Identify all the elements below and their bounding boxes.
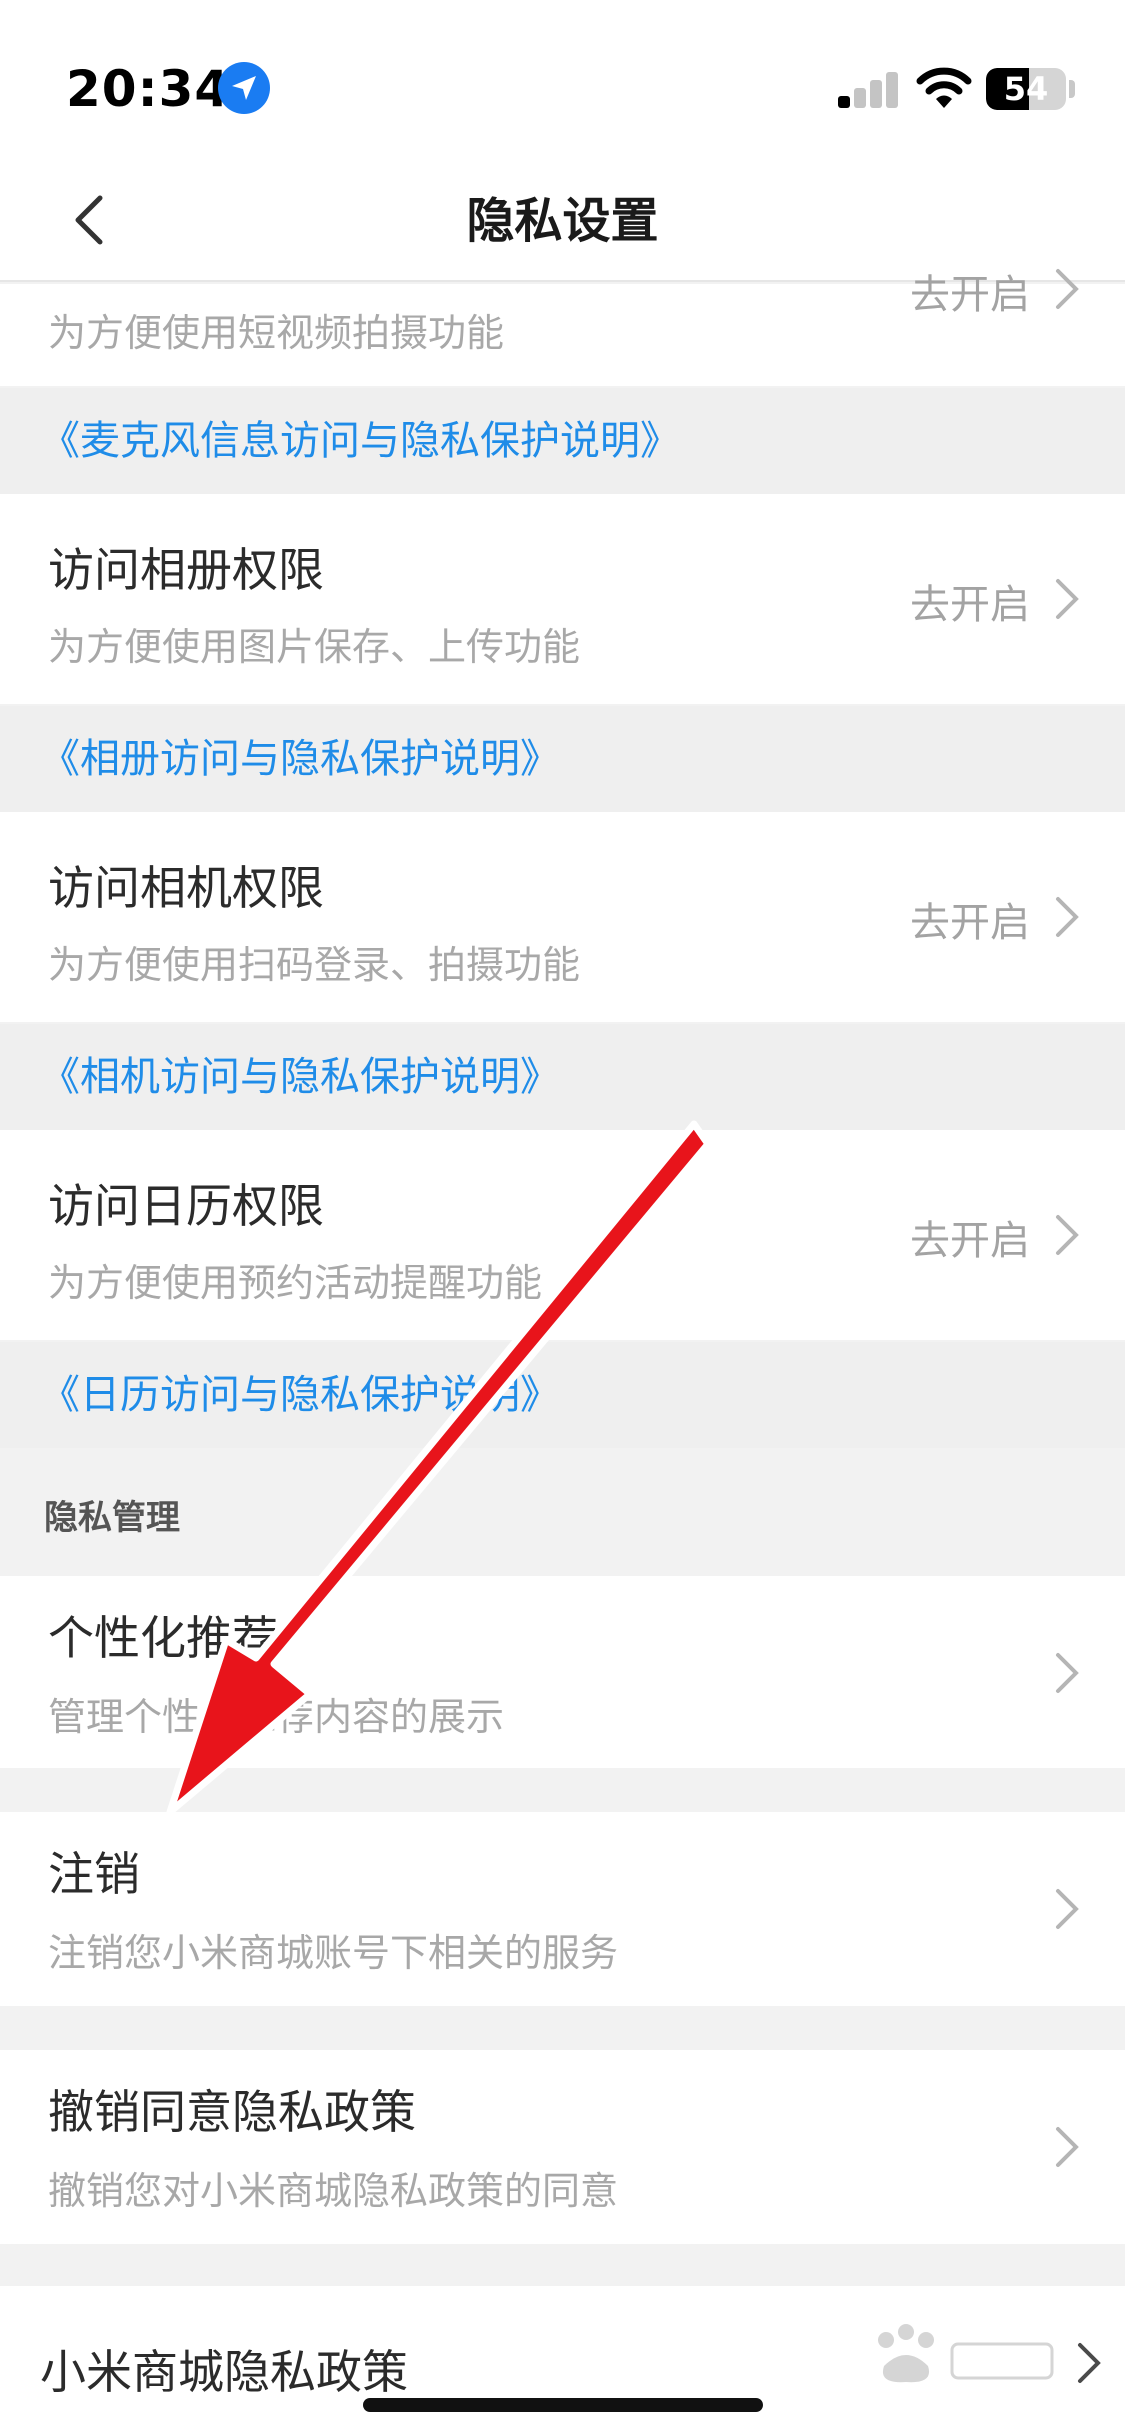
calendar-permission-row[interactable]: 访问日历权限 为方便使用预约活动提醒功能 去开启	[0, 1130, 1125, 1340]
row-subtitle: 注销您小米商城账号下相关的服务	[48, 1931, 619, 1975]
chevron-right-icon	[1056, 1215, 1079, 1255]
row-title: 注销	[48, 1847, 140, 1901]
enable-action[interactable]: 去开启	[910, 1208, 1030, 1266]
battery-icon: 54	[986, 68, 1066, 110]
row-title: 个性化推荐	[48, 1611, 278, 1665]
row-title: 访问日历权限	[48, 1179, 324, 1233]
chevron-right-icon	[1056, 1889, 1079, 1929]
calendar-privacy-link-band: 《日历访问与隐私保护说明》	[0, 1342, 1125, 1448]
cellular-signal-icon	[838, 72, 900, 108]
battery-level: 54	[1003, 70, 1049, 108]
chevron-right-icon	[1056, 897, 1079, 937]
chevron-right-icon	[1056, 579, 1079, 619]
chevron-right-icon	[1056, 1653, 1079, 1693]
enable-action[interactable]: 去开启	[910, 262, 1030, 320]
microphone-permission-row[interactable]: 去开启 为方便使用短视频拍摄功能	[0, 269, 1125, 386]
row-title: 撤销同意隐私政策	[48, 2085, 416, 2139]
camera-permission-row[interactable]: 访问相机权限 为方便使用扫码登录、拍摄功能 去开启	[0, 812, 1125, 1022]
account-cancellation-row[interactable]: 注销 注销您小米商城账号下相关的服务	[0, 1812, 1125, 2006]
status-bar: 20:34 54	[0, 0, 1125, 160]
calendar-privacy-link[interactable]: 《日历访问与隐私保护说明》	[40, 1342, 560, 1448]
album-privacy-link-band: 《相册访问与隐私保护说明》	[0, 706, 1125, 812]
location-arrow-icon	[218, 62, 270, 114]
status-time: 20:34	[66, 60, 231, 118]
row-subtitle: 为方便使用扫码登录、拍摄功能	[48, 943, 581, 987]
row-subtitle: 为方便使用预约活动提醒功能	[48, 1261, 543, 1305]
enable-action[interactable]: 去开启	[910, 572, 1030, 630]
enable-action[interactable]: 去开启	[910, 890, 1030, 948]
personalized-recommendation-row[interactable]: 个性化推荐 管理个性化推荐内容的展示	[0, 1576, 1125, 1768]
camera-privacy-link-band: 《相机访问与隐私保护说明》	[0, 1024, 1125, 1130]
row-title: 小米商城隐私政策	[40, 2345, 408, 2399]
microphone-privacy-link-band: 《麦克风信息访问与隐私保护说明》	[0, 388, 1125, 494]
microphone-privacy-link[interactable]: 《麦克风信息访问与隐私保护说明》	[40, 388, 680, 494]
privacy-management-label: 隐私管理	[44, 1498, 180, 1538]
revoke-privacy-consent-row[interactable]: 撤销同意隐私政策 撤销您对小米商城隐私政策的同意	[0, 2050, 1125, 2244]
baidu-watermark-logo	[878, 2324, 1054, 2383]
row-subtitle: 撤销您对小米商城隐私政策的同意	[48, 2169, 619, 2213]
back-chevron-icon[interactable]	[62, 190, 122, 250]
row-subtitle: 为方便使用短视频拍摄功能	[48, 311, 505, 355]
row-title: 访问相机权限	[48, 861, 324, 915]
album-privacy-link[interactable]: 《相册访问与隐私保护说明》	[40, 706, 560, 812]
row-title: 访问相册权限	[48, 543, 324, 597]
battery-cap	[1069, 80, 1075, 98]
chevron-right-icon	[1056, 269, 1079, 309]
chevron-right-icon	[1078, 2343, 1101, 2383]
row-subtitle: 为方便使用图片保存、上传功能	[48, 625, 581, 669]
row-subtitle: 管理个性化推荐内容的展示	[48, 1695, 505, 1739]
home-indicator[interactable]	[363, 2398, 763, 2412]
album-permission-row[interactable]: 访问相册权限 为方便使用图片保存、上传功能 去开启	[0, 494, 1125, 704]
wifi-icon	[916, 67, 972, 108]
camera-privacy-link[interactable]: 《相机访问与隐私保护说明》	[40, 1024, 560, 1130]
chevron-right-icon	[1056, 2127, 1079, 2167]
